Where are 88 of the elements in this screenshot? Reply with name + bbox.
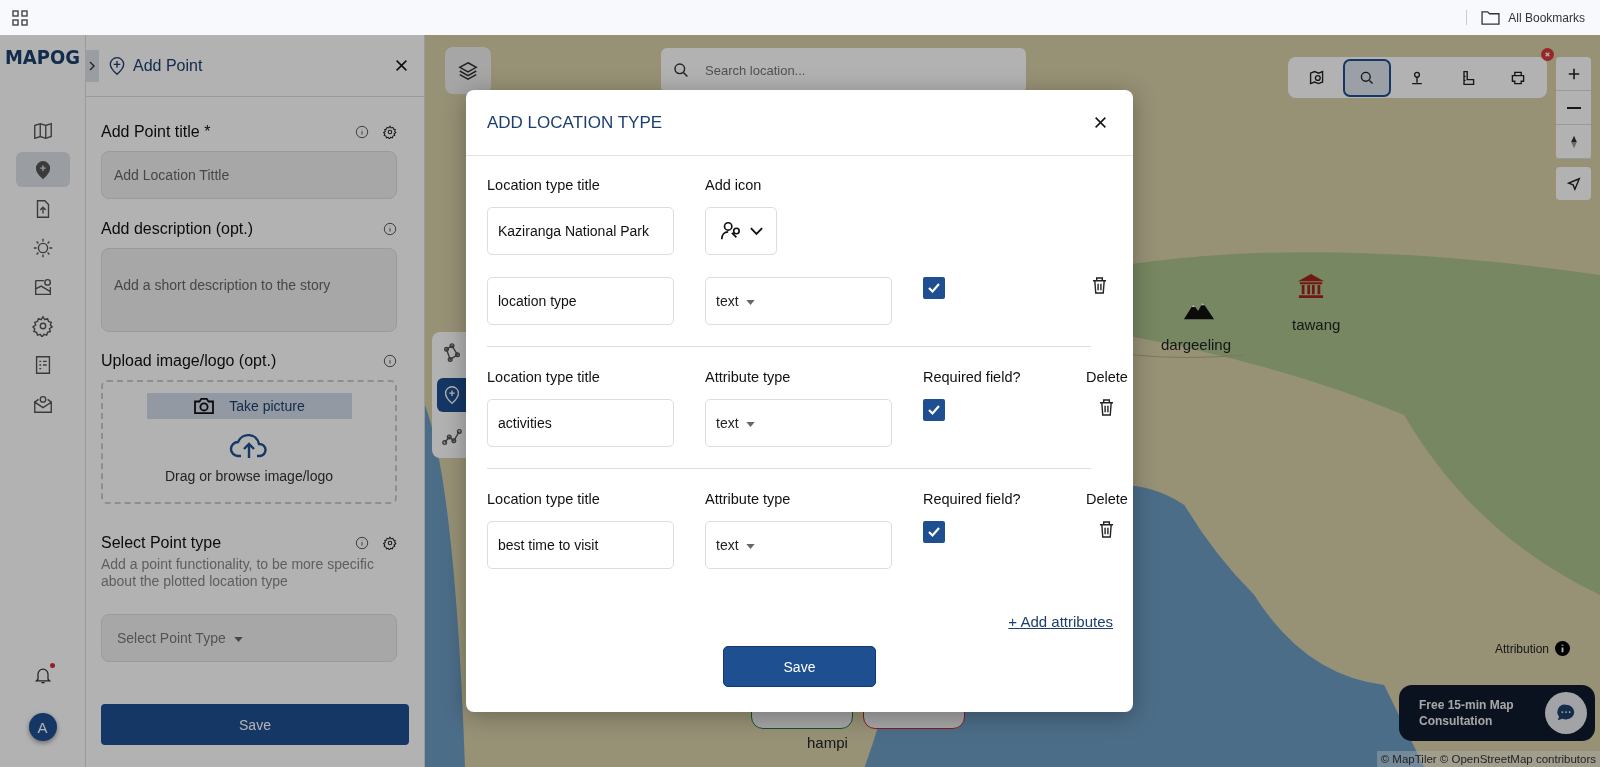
add-pin-icon [107,54,127,77]
consultation-widget[interactable]: Free 15-min Map Consultation [1399,685,1595,741]
field-label: Required field? [923,491,1022,507]
attribute-type-dropdown[interactable]: text [705,277,892,325]
attribute-type-dropdown[interactable]: text [705,399,892,447]
close-icon[interactable] [1094,116,1107,129]
plus-icon [1566,66,1581,81]
attribute-title-field[interactable]: location type [487,277,674,325]
icon-dropdown[interactable] [705,207,777,255]
user-avatar[interactable]: A [28,713,57,741]
close-icon[interactable] [395,59,408,72]
polygon-icon [441,342,463,364]
close-icon [1543,50,1552,59]
caret-down-icon [746,421,756,427]
map-search-icon [1309,69,1326,86]
take-picture-button[interactable]: Take picture [146,393,352,419]
field-label: Location type title [487,491,601,507]
marker-label: dargeeling [1161,336,1232,353]
camera-icon [193,397,216,415]
gear-icon [31,314,54,337]
marker-label: hampi [807,734,848,751]
marker-label: tawang [1292,316,1341,333]
toolbar-button[interactable] [1343,58,1392,97]
attribution-label[interactable]: Attribution [1494,641,1549,656]
required-checkbox[interactable] [923,521,945,543]
minus-icon [1566,106,1581,109]
caret-down-icon [746,543,756,549]
dialog-title: ADD LOCATION TYPE [487,112,663,133]
info-icon[interactable] [1555,641,1570,656]
save-button[interactable]: Save [723,646,876,687]
caret-down-icon [746,299,756,305]
required-checkbox[interactable] [923,399,945,421]
upload-hint: Drag or browse image/logo [164,468,334,484]
info-icon[interactable] [355,125,369,139]
info-icon[interactable] [383,222,397,236]
search-icon [1359,69,1376,86]
field-label: Required field? [923,369,1022,385]
field-label: Upload image/logo (opt.) [101,352,278,370]
field-label: Delete [1086,491,1128,507]
printer-icon [1509,69,1526,86]
search-location-field[interactable]: Search location... [661,48,1026,93]
attribute-title-field[interactable]: activities [487,399,674,447]
bookmarks-label[interactable]: All Bookmarks [1508,10,1585,25]
search-icon [673,62,689,78]
field-label: Location type title [487,369,601,385]
layers-icon [457,59,479,82]
chat-button[interactable] [1545,692,1587,734]
add-attributes-link[interactable]: + Add attributes [1008,613,1113,630]
delete-icon[interactable] [1099,399,1115,416]
consultation-text: Free 15-min Map Consultation [1419,697,1515,729]
field-label: Add icon [705,177,763,193]
chevron-right-icon [89,60,95,71]
save-button[interactable]: Save [101,704,409,745]
field-label: Attribute type [705,369,792,385]
title-input-field[interactable]: Add Location Tittle [101,151,397,199]
attribute-title-field[interactable]: best time to visit [487,521,674,569]
field-label: Add Point title * [101,123,212,141]
folder-icon [1481,10,1501,25]
person-icon [718,220,741,242]
location-type-title-field[interactable]: Kaziranga National Park [487,207,674,255]
info-icon[interactable] [383,354,397,368]
settings-icon[interactable] [383,536,397,550]
line-chart-icon [441,426,463,448]
caret-down-icon [233,636,243,642]
help-text: Add a point functionality, to be more specific about the plotted location type [101,556,375,590]
layers-button[interactable] [445,47,491,94]
delete-icon[interactable] [1099,521,1115,538]
panel-title: Add Point [133,56,204,75]
delete-icon[interactable] [1091,277,1107,294]
apps-grid-icon[interactable] [12,9,28,26]
field-label: Location type title [487,177,601,193]
sidebar-item[interactable] [15,152,70,187]
navigation-arrow-icon [1566,176,1581,191]
attribute-type-dropdown[interactable]: text [705,521,892,569]
sun-icon [31,236,54,259]
settings-icon[interactable] [383,125,397,139]
chevron-down-icon [748,226,764,236]
logo[interactable]: MAPOG [4,47,81,85]
locate-button[interactable] [1556,167,1591,200]
description-input-field[interactable]: Add a short description to the story [101,248,397,332]
field-label: Select Point type [101,534,223,552]
info-icon[interactable] [355,536,369,550]
required-checkbox[interactable] [923,277,945,299]
field-label: Delete [1086,369,1128,385]
upload-drop-zone[interactable]: Take picture Drag or browse image/logo [101,380,397,504]
field-label: Add description (opt.) [101,220,255,238]
field-label: Attribute type [705,491,792,507]
expand-button[interactable] [85,49,99,82]
